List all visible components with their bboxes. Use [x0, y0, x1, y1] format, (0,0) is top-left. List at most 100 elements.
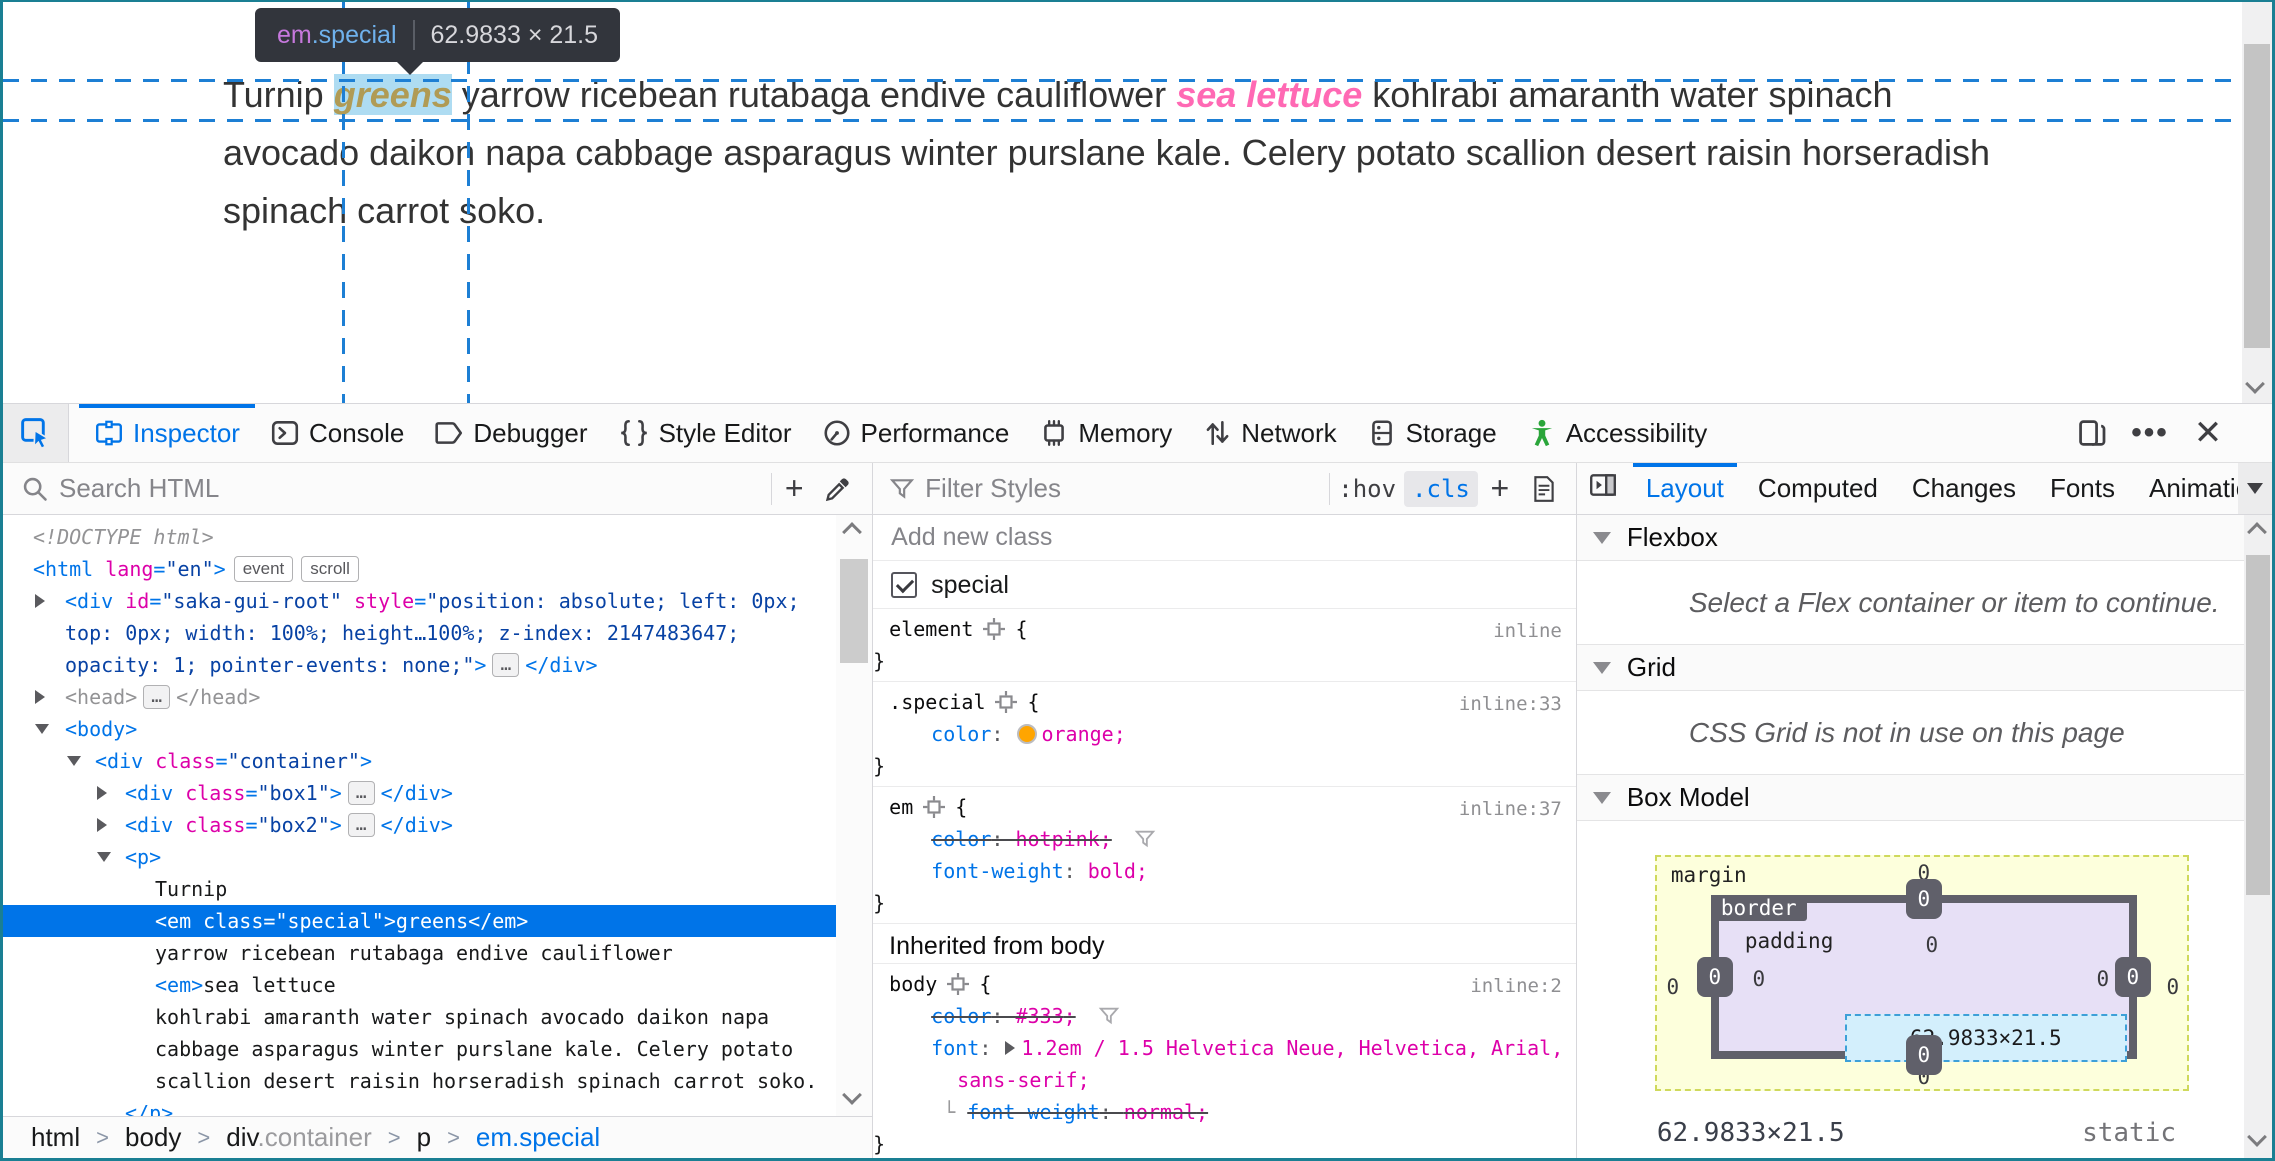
class-toggle-button[interactable]: .cls: [1404, 470, 1478, 507]
markup-row-em-sea-lettuce[interactable]: <em>sea lettuce: [3, 969, 872, 1001]
tab-inspector[interactable]: Inspector: [79, 404, 255, 462]
scroll-down-icon[interactable]: [2247, 1127, 2267, 1147]
border-right-value[interactable]: 0: [2114, 957, 2151, 997]
collapsed-content-badge[interactable]: …: [143, 685, 171, 709]
rule-location[interactable]: inline:33: [1459, 688, 1562, 720]
class-checkbox[interactable]: [891, 571, 918, 598]
scroll-down-icon[interactable]: [842, 1085, 863, 1105]
tab-style-editor[interactable]: Style Editor: [603, 404, 807, 462]
margin-left-value[interactable]: 0: [1667, 975, 1680, 999]
add-new-class-input[interactable]: [891, 523, 1558, 552]
tab-fonts[interactable]: Fonts: [2033, 463, 2132, 514]
event-badge[interactable]: event: [233, 556, 294, 582]
devtools-menu-button[interactable]: •••: [2126, 409, 2174, 457]
new-stylesheet-button[interactable]: [1522, 467, 1566, 511]
rule-location[interactable]: inline:2: [1470, 970, 1562, 1002]
declaration-font-weight-bold[interactable]: font-weight: bold;: [873, 855, 1576, 887]
declaration-color-orange[interactable]: color: orange;: [873, 718, 1576, 750]
collapse-icon[interactable]: [67, 756, 81, 766]
expand-icon[interactable]: [35, 690, 45, 704]
border-top-value[interactable]: 0: [1905, 879, 1942, 919]
add-node-button[interactable]: +: [772, 467, 816, 511]
responsive-mode-button[interactable]: [2068, 409, 2116, 457]
markup-row-p-close[interactable]: </p>: [3, 1097, 872, 1116]
flexbox-section-header[interactable]: Flexbox: [1576, 515, 2272, 561]
tab-console[interactable]: Console: [255, 404, 419, 462]
declaration-font-weight-normal-computed[interactable]: font-weight: normal;: [873, 1096, 1576, 1128]
markup-row-text-kohlrabi[interactable]: kohlrabi amaranth water spinach avocado …: [3, 1001, 872, 1097]
collapsed-content-badge[interactable]: …: [347, 781, 375, 805]
page-scrollbar-thumb[interactable]: [2244, 44, 2270, 348]
declaration-color-333-overridden[interactable]: color: #333;: [873, 1000, 1576, 1032]
highlight-selector-icon[interactable]: [995, 691, 1018, 713]
declaration-color-hotpink-overridden[interactable]: color: hotpink;: [873, 823, 1576, 855]
tab-storage[interactable]: Storage: [1352, 404, 1512, 462]
highlight-selector-icon[interactable]: [947, 973, 970, 995]
collapsed-content-badge[interactable]: …: [492, 653, 520, 677]
tab-layout[interactable]: Layout: [1629, 463, 1741, 514]
overridden-filter-icon[interactable]: [1098, 1005, 1120, 1027]
expand-icon[interactable]: [35, 594, 45, 608]
page-scrollbar[interactable]: [2242, 2, 2272, 403]
scroll-up-icon[interactable]: [842, 522, 863, 542]
tab-accessibility[interactable]: Accessibility: [1512, 404, 1723, 462]
expand-shorthand-icon[interactable]: [1005, 1041, 1016, 1055]
breadcrumb-item-body[interactable]: body: [125, 1122, 181, 1153]
rule-location[interactable]: inline:37: [1459, 793, 1562, 825]
add-rule-button[interactable]: +: [1478, 467, 1522, 511]
color-swatch-orange[interactable]: [1017, 724, 1038, 744]
rule-selector[interactable]: element {: [873, 613, 1576, 645]
markup-row-text-yarrow[interactable]: yarrow ricebean rutabaga endive cauliflo…: [3, 937, 872, 969]
markup-row-saka-div[interactable]: <div id="saka-gui-root" style="position:…: [3, 585, 872, 681]
breadcrumb-item-div-container[interactable]: div.container: [226, 1122, 372, 1153]
overridden-filter-icon[interactable]: [1134, 828, 1156, 850]
search-html-input[interactable]: [59, 473, 772, 504]
markup-scrollbar[interactable]: [836, 515, 873, 1116]
markup-row-text-turnip[interactable]: Turnip: [3, 873, 872, 905]
tab-memory[interactable]: Memory: [1024, 404, 1187, 462]
border-left-value[interactable]: 0: [1696, 957, 1733, 997]
expand-icon[interactable]: [97, 786, 107, 800]
scroll-down-icon[interactable]: [2245, 374, 2265, 394]
scroll-up-icon[interactable]: [2247, 522, 2267, 542]
layout-scrollbar-thumb[interactable]: [2246, 555, 2270, 895]
markup-row-div-box1[interactable]: <div class="box1">… </div>: [3, 777, 872, 809]
tab-animations[interactable]: Animations: [2132, 463, 2238, 514]
box-model-section-header[interactable]: Box Model: [1576, 775, 2272, 821]
tab-network[interactable]: Network: [1187, 404, 1351, 462]
expand-sidebar-button[interactable]: [1581, 463, 1625, 507]
layout-scrollbar[interactable]: [2244, 515, 2272, 1158]
markup-row-html[interactable]: <html lang="en"> event scroll: [3, 553, 872, 585]
collapse-icon[interactable]: [97, 852, 111, 862]
breadcrumb-item-p[interactable]: p: [417, 1122, 431, 1153]
declaration-font-shorthand[interactable]: font: 1.2em / 1.5 Helvetica Neue, Helvet…: [873, 1032, 1576, 1096]
padding-left-value[interactable]: 0: [1753, 967, 1766, 991]
highlight-selector-icon[interactable]: [923, 796, 946, 818]
padding-right-value[interactable]: 0: [2097, 967, 2110, 991]
all-tabs-dropdown[interactable]: [2238, 463, 2272, 514]
tab-performance[interactable]: Performance: [807, 404, 1025, 462]
collapse-icon[interactable]: [35, 724, 49, 734]
markup-row-head[interactable]: <head>… </head>: [3, 681, 872, 713]
markup-row-div-container[interactable]: <div class="container">: [3, 745, 872, 777]
padding-top-value[interactable]: 0: [1926, 933, 1939, 957]
breadcrumb-item-html[interactable]: html: [31, 1122, 80, 1153]
grid-section-header[interactable]: Grid: [1576, 645, 2272, 691]
markup-row-body[interactable]: <body>: [3, 713, 872, 745]
tab-debugger[interactable]: Debugger: [419, 404, 602, 462]
breadcrumb-item-em-special[interactable]: em.special: [476, 1122, 600, 1153]
expand-icon[interactable]: [97, 818, 107, 832]
box-model-content[interactable]: 62.9833×21.5: [1844, 1014, 2127, 1062]
scroll-badge[interactable]: scroll: [301, 556, 359, 582]
border-bottom-value[interactable]: 0: [1905, 1035, 1942, 1075]
markup-scrollbar-thumb[interactable]: [840, 559, 869, 663]
margin-right-value[interactable]: 0: [2167, 975, 2180, 999]
rule-location[interactable]: inline: [1493, 615, 1562, 647]
highlight-selector-icon[interactable]: [983, 618, 1006, 640]
close-devtools-button[interactable]: ✕: [2184, 409, 2232, 457]
collapsed-content-badge[interactable]: …: [347, 813, 375, 837]
tab-changes[interactable]: Changes: [1895, 463, 2033, 514]
pseudo-class-toggle[interactable]: :hov: [1330, 471, 1404, 507]
markup-row-div-box2[interactable]: <div class="box2">… </div>: [3, 809, 872, 841]
markup-row-p[interactable]: <p>: [3, 841, 872, 873]
